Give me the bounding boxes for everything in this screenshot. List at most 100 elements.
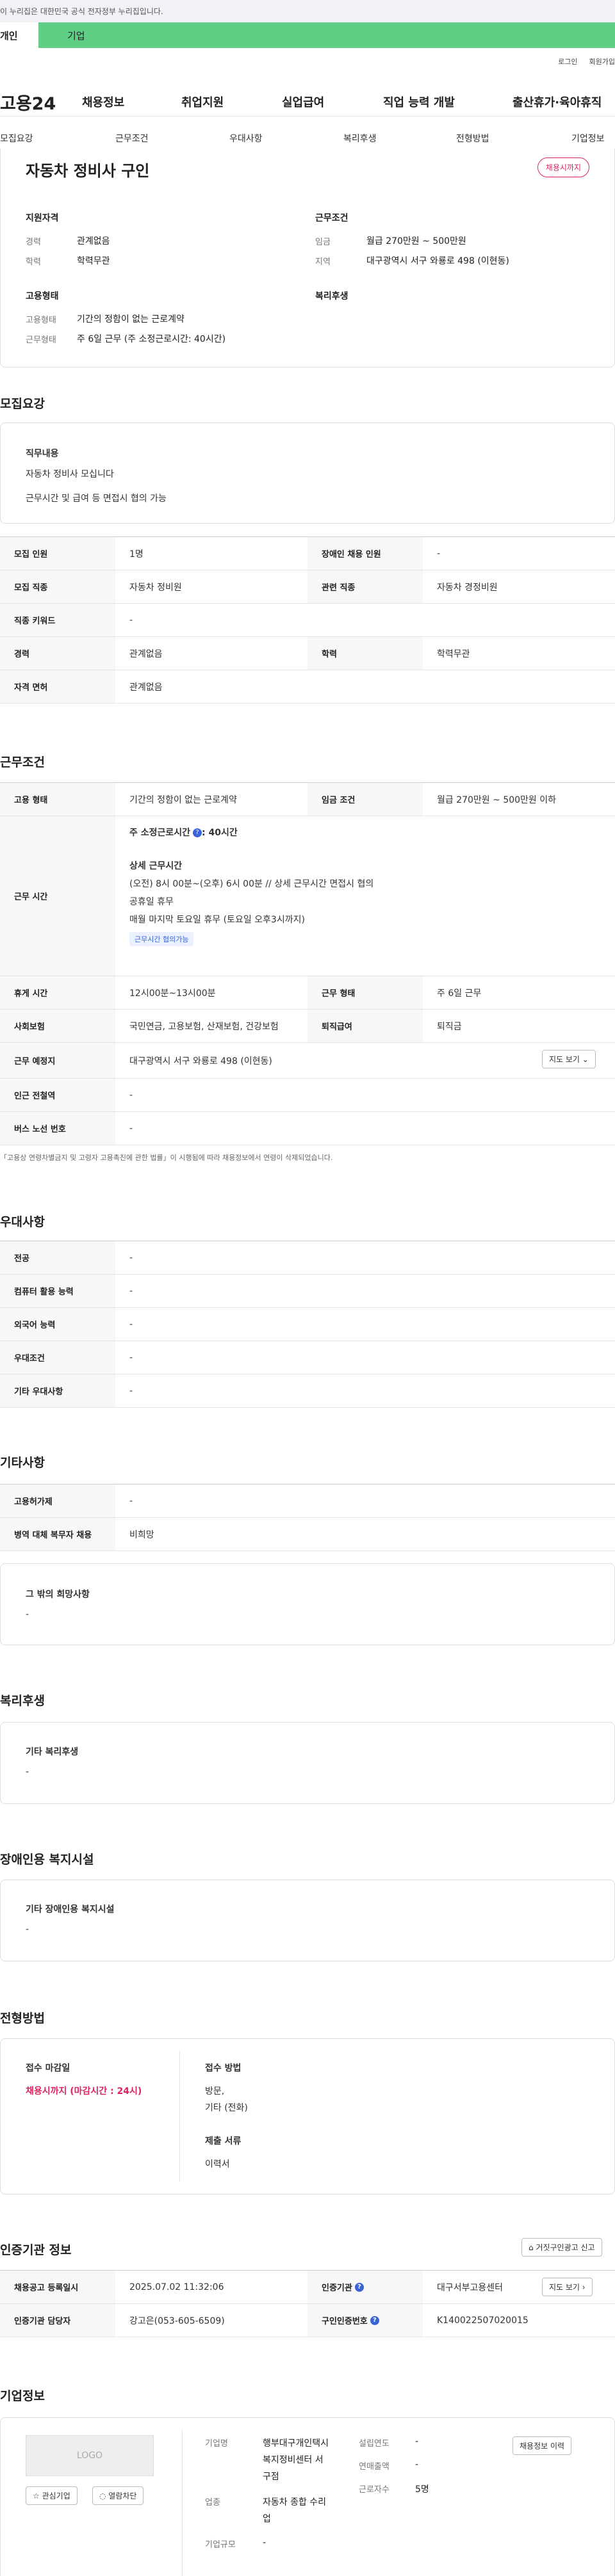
wage-label: 임금 조건 [308,783,423,816]
deadline-value: 채용시까지 (마감시간 : 24시) [26,2086,142,2097]
major-value: - [129,1252,133,1263]
sales-value: - [415,2459,419,2470]
job-label: 모집 직종 [0,570,115,603]
permit-value: - [129,1495,133,1506]
welfare-heading: 복리후생 [315,291,348,302]
anchor-recruit[interactable]: 모집요강 [0,132,33,145]
sales-label: 연매출액 [359,2462,390,2472]
qual-edu-label: 학력 [26,257,41,267]
weekly-hours-label: 주 소정근로시간 [129,828,191,838]
login-link[interactable]: 로그인 [558,56,577,67]
welfare-etc-heading: 기타 복리후생 [26,1747,79,1757]
staff-label: 인증기관 담당자 [0,2304,115,2337]
conditions-heading: 근무조건 [315,213,348,223]
map-view-button[interactable]: 지도 보기 ⌄ [542,1050,596,1068]
info-icon[interactable]: ? [354,2282,364,2292]
table-row: 직종 키워드 - [0,604,615,637]
work-section-title: 근무조건 [0,755,45,769]
table-row: 경력 관계없음 학력 학력무관 [0,637,615,670]
table-row: 자격 면허 관계없음 [0,670,615,704]
anchor-company[interactable]: 기업정보 [571,132,605,145]
company-size-value: - [263,2538,266,2548]
agency-map-button[interactable]: 지도 보기 › [542,2278,593,2296]
gnb-item-jobs[interactable]: 채용정보 [82,93,124,110]
place-label: 근무 예정지 [0,1043,115,1078]
cond-area-label: 지역 [315,257,331,267]
anchor-work[interactable]: 근무조건 [115,132,149,145]
table-row: 인근 전철역 - [0,1079,615,1112]
company-divider [182,2430,183,2576]
anchor-welfare[interactable]: 복리후생 [343,132,377,145]
company-name-line-3: 구점 [263,2472,279,2482]
info-icon[interactable]: ? [193,828,202,837]
disabled-fac-card [0,1880,615,1961]
qualification-heading: 지원자격 [26,213,59,223]
gnb-item-training[interactable]: 직업 능력 개발 [383,93,455,110]
site-logo[interactable]: 고용24 [0,90,56,115]
agency-section-title: 인증기관 정보 [0,2243,72,2257]
gnb-item-support[interactable]: 취업지원 [181,93,224,110]
signup-link[interactable]: 회원가입 [589,56,615,67]
wish-value: - [26,1609,29,1620]
computer-value: - [129,1285,133,1296]
edu-value: 학력무관 [437,648,470,659]
gov-banner: 이 누리집은 대한민국 공식 전자정부 누리집입니다. [0,0,615,22]
job-title: 자동차 정비사 구인 [26,162,150,180]
duty-line-2: 근무시간 및 급여 등 면접시 협의 가능 [26,494,167,504]
work-form-value: 주 6일 근무 [437,988,482,999]
gnb-item-unemployment[interactable]: 실업급여 [282,93,324,110]
user-type-tabs: 개인 기업 [0,22,615,48]
table-row: 컴퓨터 활용 능력 - [0,1275,615,1308]
industry-line-1: 자동차 종합 수리 [263,2497,327,2508]
qual-career-value: 관계없음 [77,236,110,246]
hours-line-3: 매월 마지막 토요일 휴무 (토요일 오후3시까지) [129,915,305,925]
industry-line-2: 업 [263,2514,271,2524]
military-label: 병역 대체 복무자 채용 [0,1518,115,1550]
gnb-item-leave[interactable]: 출산휴가·육아휴직 [512,93,602,110]
qual-edu-value: 학력무관 [77,256,110,266]
recruit-table: 모집 인원 1명 장애인 채용 인원 - 모집 직종 자동차 정비원 관련 직종… [0,536,615,704]
disabled-fac-value: - [26,1924,29,1935]
anchor-prefer[interactable]: 우대사항 [229,132,263,145]
keyword-value: - [129,615,133,625]
method-value-2: 기타 (전화) [205,2103,248,2113]
global-nav: 고용24 채용정보 취업지원 실업급여 직업 능력 개발 출산휴가·육아휴직 [0,83,615,117]
report-false-ad-button[interactable]: ⌂ 거짓구인광고 신고 [521,2238,602,2257]
cert-no-value: K140022507020015 [437,2315,529,2326]
duty-line-1: 자동차 정비사 모십니다 [26,469,114,479]
table-row: 인증기관 담당자 강고은(053-605-6509) 구인인증번호? K1400… [0,2304,615,2337]
workers-label: 근로자수 [359,2485,390,2495]
subway-value: - [129,1090,133,1100]
anchor-selection[interactable]: 전형방법 [456,132,489,145]
wish-card [0,1563,615,1645]
table-row: 전공 - [0,1241,615,1275]
tab-business[interactable]: 기업 [38,22,615,48]
table-row: 외국어 능력 - [0,1308,615,1341]
qual-career-label: 경력 [26,237,41,247]
table-row: 병역 대체 복무자 채용 비희망 [0,1518,615,1551]
agency-table: 채용공고 등록일시 2025.07.02 11:32:06 인증기관? 대구서부… [0,2270,615,2337]
tab-personal[interactable]: 개인 [0,22,38,48]
license-value: 관계없음 [129,682,163,693]
table-row: 우대조건 - [0,1341,615,1374]
hours-detail-heading: 상세 근무시간 [129,861,183,871]
method-heading: 접수 방법 [205,2063,242,2073]
retire-label: 퇴직급여 [308,1010,423,1042]
weekly-hours-value: : 40시간 [202,828,238,838]
insurance-label: 사회보험 [0,1010,115,1042]
info-icon[interactable]: ? [370,2315,379,2325]
block-company-button[interactable]: ◌ 열람차단 [92,2486,144,2505]
table-row: 기타 우대사항 - [0,1374,615,1408]
work-hours-label: 근무 시간 [0,816,115,976]
hours-line-2: 공휴일 휴무 [129,897,174,907]
wage-value: 월급 270만원 ~ 500만원 이하 [437,794,557,805]
emp-type-label: 고용형태 [26,316,56,325]
selection-section-title: 전형방법 [0,2011,45,2025]
table-row: 고용허가제 - [0,1485,615,1518]
job-history-button[interactable]: 채용정보 이력 [512,2436,572,2455]
gov-banner-text: 이 누리집은 대한민국 공식 전자정부 누리집입니다. [0,7,163,16]
founded-value: - [415,2436,419,2447]
employment-heading: 고용형태 [26,291,59,302]
favorite-company-button[interactable]: ☆ 관심기업 [26,2486,78,2505]
org-label-text: 인증기관 [322,2283,352,2293]
